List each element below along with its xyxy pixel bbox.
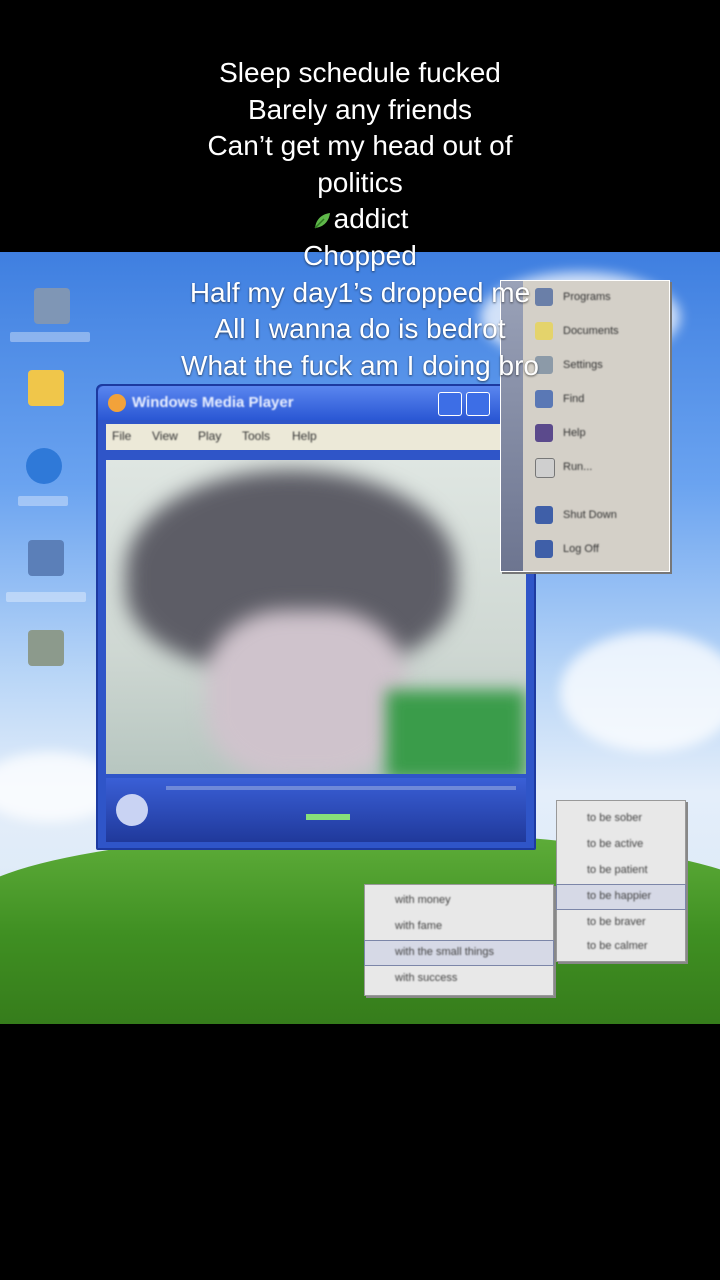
internet-explorer-icon[interactable] [26,448,62,484]
media-player-window[interactable]: Windows Media Player File View Play Tool… [96,384,536,850]
menu-item-label: with fame [395,920,443,932]
menu-item[interactable]: to be braver [557,911,685,935]
desktop-icon-label [6,592,86,602]
start-item-label: Shut Down [563,509,617,521]
menu-item[interactable]: to be active [557,833,685,857]
start-item-label: Help [563,427,586,439]
start-item-label: Run... [563,461,593,473]
menu-item-label: to be active [587,838,644,850]
maximize-button[interactable] [466,392,490,416]
video-face-shape [206,610,406,774]
menu-play[interactable]: Play [198,429,221,443]
minimize-button[interactable] [438,392,462,416]
video-green-shape [386,690,526,774]
menu-view[interactable]: View [152,429,178,443]
menu-help[interactable]: Help [292,429,317,443]
menu-item[interactable]: to be patient [557,859,685,883]
caption-line: addict [333,203,409,235]
caption-line-emoji: addict [0,201,720,238]
run-icon [535,458,555,478]
popup-menu-b: to be sober to be active to be patient t… [556,800,686,962]
menu-item[interactable]: to be calmer [557,935,685,959]
menu-item-label: to be braver [587,916,646,928]
menu-item[interactable]: with success [365,967,553,991]
shutdown-icon [535,506,553,524]
menu-item[interactable]: to be sober [557,807,685,831]
find-icon [535,390,553,408]
menu-tools[interactable]: Tools [242,429,270,443]
menu-bar: File View Play Tools Help [106,424,506,450]
window-title: Windows Media Player [132,394,294,411]
caption-line: Chopped [303,239,417,271]
start-item-shutdown[interactable]: Shut Down [531,503,661,529]
seek-bar[interactable] [166,786,516,790]
cloud [560,632,720,752]
menu-item[interactable]: with money [365,889,553,913]
desktop-icon-label [18,496,68,506]
start-item-label: Log Off [563,543,599,555]
menu-item-selected[interactable]: with the small things [364,940,554,966]
start-item-find[interactable]: Find [531,387,661,413]
popup-menu-a: with money with fame with the small thin… [364,884,554,996]
media-player-logo-icon [108,394,126,412]
caption-line: Can’t get my head out of [207,130,513,162]
menu-item-label: to be sober [587,812,643,824]
menu-item-label: to be calmer [587,940,648,952]
caption-line: All I wanna do is bedrot [214,313,506,345]
recycle-bin-icon[interactable] [28,630,64,666]
caption-line: What the fuck am I doing bro [181,349,539,381]
network-icon[interactable] [28,540,64,576]
menu-item[interactable]: with fame [365,915,553,939]
menu-item-label: to be happier [587,890,652,902]
caption-overlay: Sleep schedule fucked Barely any friends… [0,55,720,384]
caption-line: politics [317,166,403,198]
caption-line: Half my day1’s dropped me [189,276,531,308]
menu-item-label: with success [395,972,458,984]
title-bar[interactable]: Windows Media Player [98,386,534,420]
herb-leaf-icon [314,213,330,229]
start-item-help[interactable]: Help [531,421,661,447]
menu-item-label: to be patient [587,864,648,876]
menu-item-label: with the small things [395,946,495,958]
volume-slider[interactable] [306,814,350,820]
caption-line: Barely any friends [247,93,473,125]
logoff-icon [535,540,553,558]
help-icon [535,424,553,442]
play-button[interactable] [116,794,148,826]
start-item-label: Find [563,393,585,405]
start-item-run[interactable]: Run... [531,455,661,481]
start-item-logoff[interactable]: Log Off [531,537,661,563]
menu-item-selected[interactable]: to be happier [556,884,686,910]
caption-line: Sleep schedule fucked [219,57,501,88]
menu-file[interactable]: File [112,429,131,443]
menu-item-label: with money [395,894,451,906]
player-controls [106,778,526,842]
video-frame [106,460,526,774]
